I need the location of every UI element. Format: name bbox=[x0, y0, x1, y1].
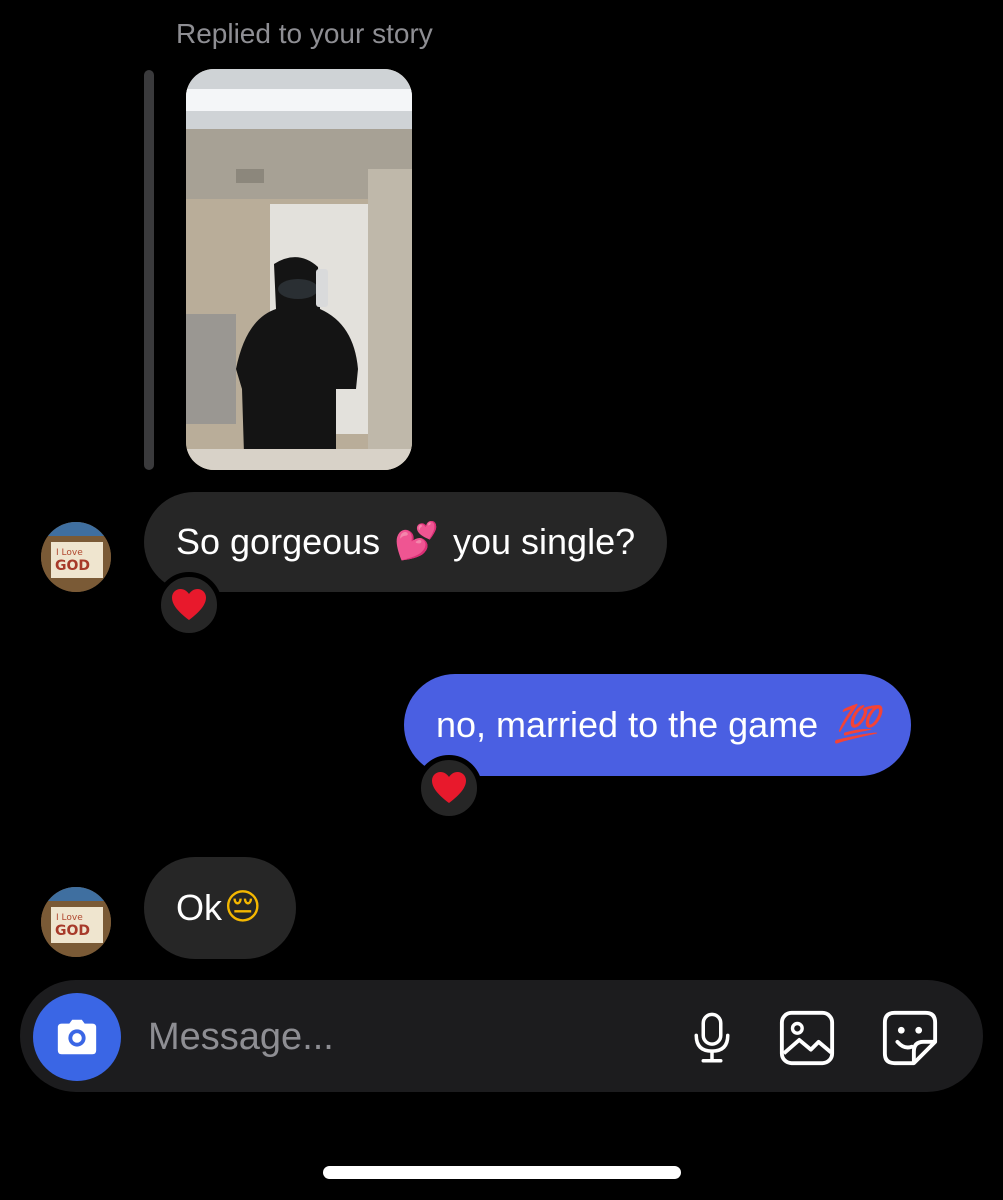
home-indicator[interactable] bbox=[323, 1166, 681, 1179]
gallery-button[interactable] bbox=[777, 1008, 837, 1068]
hundred-points-emoji: 💯 bbox=[834, 704, 880, 745]
svg-text:GOD: GOD bbox=[55, 923, 90, 939]
microphone-button[interactable] bbox=[682, 1008, 742, 1068]
story-thumbnail[interactable] bbox=[186, 69, 412, 470]
message-composer bbox=[20, 980, 983, 1092]
pensive-face-emoji: 😔 bbox=[224, 887, 262, 928]
story-photo-illustration bbox=[186, 69, 412, 470]
heart-icon bbox=[432, 772, 466, 803]
message-text: Ok bbox=[176, 887, 223, 928]
message-text: no, married to the game bbox=[436, 704, 819, 745]
svg-text:I Love: I Love bbox=[56, 548, 83, 558]
two-hearts-emoji: 💕 bbox=[394, 521, 439, 562]
camera-button[interactable] bbox=[33, 993, 121, 1081]
message-bubble-outgoing[interactable]: no, married to the game 💯 bbox=[404, 674, 912, 776]
sender-avatar[interactable]: I Love GOD bbox=[41, 887, 111, 957]
sender-avatar[interactable]: I Love GOD bbox=[41, 522, 111, 592]
gallery-icon bbox=[779, 1010, 835, 1066]
message-text: So gorgeous bbox=[176, 521, 381, 562]
sticker-icon bbox=[882, 1010, 938, 1066]
avatar-image: I Love GOD bbox=[41, 522, 111, 592]
reaction-badge[interactable] bbox=[156, 572, 222, 638]
svg-text:I Love: I Love bbox=[56, 913, 83, 923]
message-input[interactable] bbox=[146, 1008, 650, 1066]
sticker-button[interactable] bbox=[880, 1008, 940, 1068]
message-bubble-incoming[interactable]: Ok 😔 bbox=[144, 857, 296, 959]
reply-indicator-bar bbox=[144, 70, 154, 470]
message-text-after: you single? bbox=[452, 521, 636, 562]
reaction-badge[interactable] bbox=[416, 755, 482, 821]
microphone-icon bbox=[694, 1012, 730, 1063]
story-reply-label: Replied to your story bbox=[176, 18, 433, 49]
heart-icon bbox=[172, 589, 206, 620]
camera-icon bbox=[57, 1019, 97, 1055]
message-bubble-incoming[interactable]: So gorgeous 💕 you single? bbox=[144, 492, 668, 592]
svg-text:GOD: GOD bbox=[55, 558, 90, 574]
avatar-image: I Love GOD bbox=[41, 887, 111, 957]
